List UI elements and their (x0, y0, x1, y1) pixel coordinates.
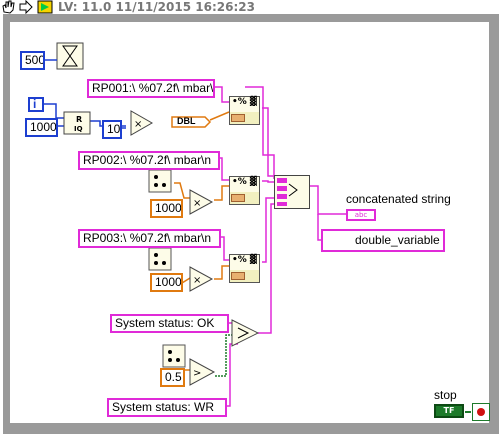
dbl-terminal-icon (231, 272, 245, 280)
svg-text:×: × (193, 198, 201, 209)
random-number-icon (148, 169, 172, 193)
format-into-string-node-2[interactable]: •% ▓ (229, 176, 260, 205)
concatenate-strings-node[interactable] (274, 175, 310, 209)
svg-text:>: > (193, 368, 201, 379)
quotient-remainder-icon: RIQ (63, 111, 91, 135)
stop-label: stop (434, 388, 457, 402)
svg-text:R: R (76, 115, 82, 124)
random-number-icon (162, 344, 186, 368)
iteration-label: i (33, 97, 37, 111)
concatenated-string-label: concatenated string (346, 192, 451, 206)
dbl-terminal-icon (231, 194, 245, 202)
format-string-rp001[interactable]: RP001:\ %07.2f\ mbar\n (87, 79, 215, 98)
stop-control[interactable]: TF (434, 404, 464, 418)
format-node-glyph: •% ▓ (230, 177, 259, 192)
wait-ms-icon (56, 42, 84, 70)
multiply-node-icon: × (130, 110, 154, 136)
multiply-node-icon: × (189, 189, 214, 215)
wire-layer: × × × > RIQ (28, 42, 471, 413)
constant-10[interactable]: 10 (102, 120, 122, 139)
constant-0-5[interactable]: 0.5 (160, 368, 185, 387)
constant-1000-rp002[interactable]: 1000 (150, 199, 183, 218)
format-node-glyph: •% ▓ (230, 97, 259, 112)
svg-text:IQ: IQ (74, 125, 83, 133)
concatenated-string-indicator[interactable]: abc (346, 209, 376, 221)
random-number-icon (148, 247, 172, 271)
concatenate-icon (277, 178, 298, 206)
multiply-node-icon: × (189, 266, 214, 292)
format-node-glyph: •% ▓ (230, 255, 259, 270)
constant-1000-divisor[interactable]: 1000 (25, 118, 58, 137)
format-string-rp002[interactable]: RP002:\ %07.2f\ mbar\n (78, 151, 220, 170)
select-node-icon (231, 319, 260, 347)
stop-sign-icon (477, 408, 485, 416)
double-variable-node[interactable]: double_variable (321, 229, 445, 252)
format-string-rp003[interactable]: RP003:\ %07.2f\ mbar\n (78, 229, 221, 248)
status-wr-constant[interactable]: System status: WR (107, 398, 227, 417)
loop-condition-terminal[interactable] (472, 403, 490, 421)
status-ok-constant[interactable]: System status: OK (110, 314, 229, 333)
format-into-string-node-3[interactable]: •% ▓ (229, 254, 260, 283)
constant-1000-rp003[interactable]: 1000 (150, 273, 183, 292)
format-into-string-node-1[interactable]: •% ▓ (229, 96, 260, 125)
dbl-terminal-icon (231, 114, 245, 122)
svg-text:×: × (193, 275, 201, 286)
greater-than-icon: > (189, 358, 216, 386)
variable-name: double_variable (355, 233, 440, 247)
wait-ms-constant[interactable]: 500 (20, 51, 45, 70)
dbl-label: DBL (177, 116, 196, 126)
string-wire (214, 86, 229, 103)
svg-text:×: × (134, 119, 142, 130)
